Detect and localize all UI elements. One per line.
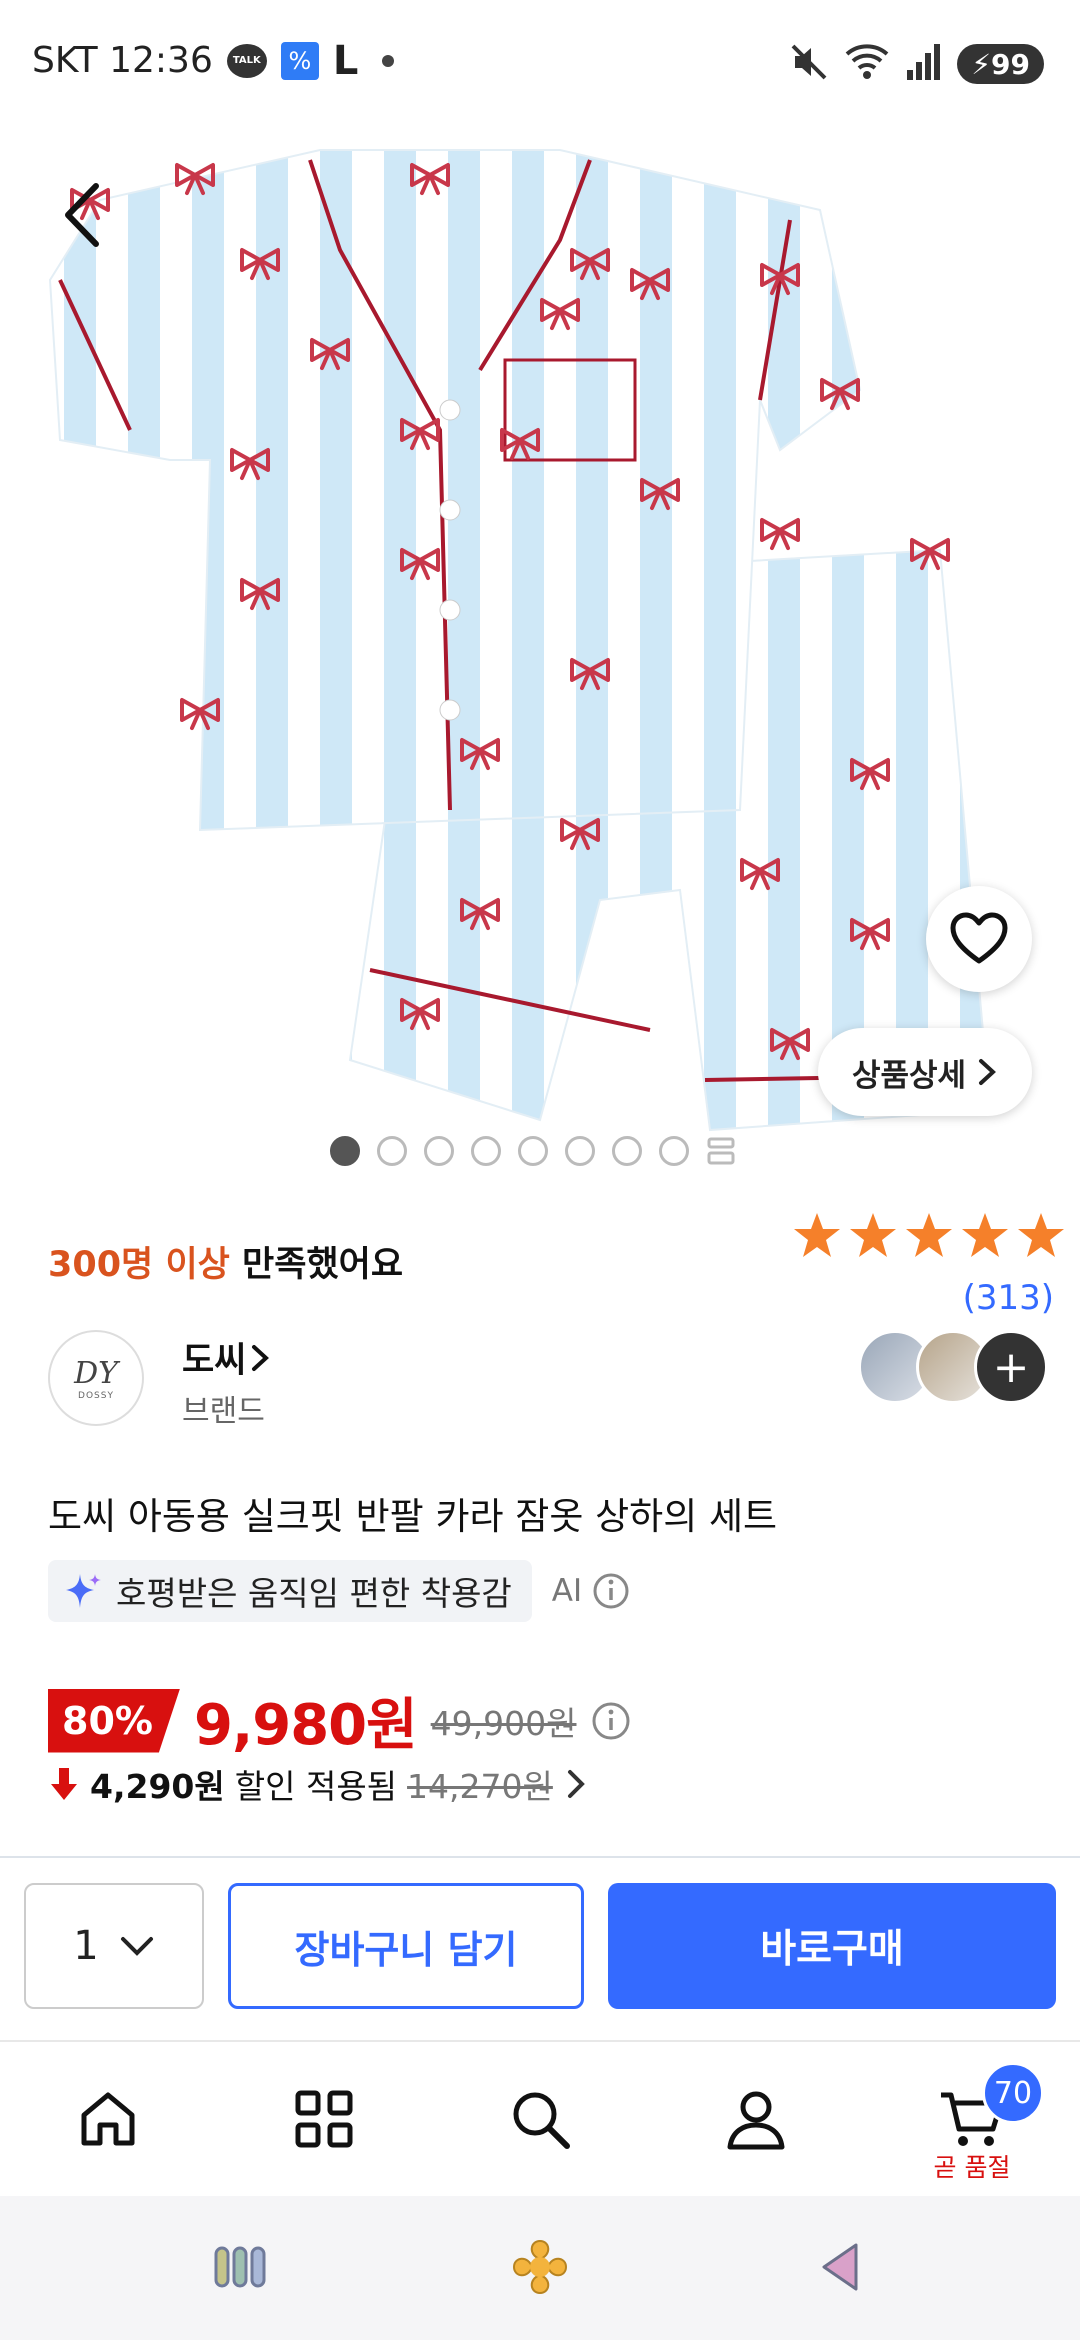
wishlist-button[interactable] [926, 886, 1032, 992]
pager-dot[interactable] [424, 1136, 454, 1166]
my-account-icon [727, 2091, 785, 2150]
price-row: 80% 9,980원 49,900원 [48, 1680, 632, 1761]
chevron-down-icon [120, 1937, 153, 1956]
star-icon [906, 1213, 952, 1257]
ai-summary-row: 호평받은 움직임 편한 착용감 AI [48, 1560, 630, 1622]
pager-dot[interactable] [471, 1136, 501, 1166]
brand-logo-monogram: DY [74, 1355, 118, 1391]
star-icon [850, 1213, 896, 1257]
chevron-right-icon [567, 1770, 585, 1798]
chevron-right-icon [252, 1344, 270, 1371]
extra-discount-row[interactable]: 4,290원 할인 적용됨 14,270원 [48, 1760, 589, 1808]
home-system-button[interactable] [500, 2232, 580, 2302]
wifi-icon [845, 42, 891, 86]
quantity-select[interactable]: 1 [24, 1883, 204, 2009]
brand-sub-label: 브랜드 [182, 1394, 265, 1429]
chevron-right-icon [979, 1059, 997, 1085]
battery-level: 99 [991, 47, 1030, 81]
satisfaction-rest: 만족했어요 [229, 1245, 404, 1285]
image-pager[interactable] [330, 1136, 736, 1166]
discount-badge: 80% [48, 1688, 180, 1753]
brand-row: DY DOSSY 도씨 브랜드 + [48, 1330, 1048, 1430]
l-app-icon: L [332, 37, 359, 84]
heart-icon [950, 912, 1008, 964]
battery-icon: ⚡ 99 [957, 44, 1044, 84]
notification-dot-icon [382, 54, 395, 67]
bottom-nav: 70 곧 품절 [0, 2040, 1080, 2196]
pager-dot[interactable] [659, 1136, 689, 1166]
home-flower-icon [512, 2239, 568, 2295]
chevron-left-icon [65, 183, 99, 247]
pager-dot[interactable] [565, 1136, 595, 1166]
quantity-value: 1 [73, 1923, 99, 1969]
brand-logo[interactable]: DY DOSSY [48, 1330, 144, 1426]
nav-category[interactable] [216, 2042, 432, 2196]
satisfaction-highlight: 300명 이상 [48, 1245, 230, 1285]
extra-original-price: 14,270원 [407, 1767, 553, 1806]
product-detail-label: 상품상세 [851, 1057, 967, 1094]
add-to-cart-button[interactable]: 장바구니 담기 [228, 1883, 584, 2009]
product-detail-button[interactable]: 상품상세 [818, 1028, 1032, 1116]
recent-apps-button[interactable] [200, 2232, 280, 2302]
pager-dot[interactable] [330, 1136, 360, 1166]
nav-search[interactable] [432, 2042, 648, 2196]
extra-discount-text: 할인 적용됨 [234, 1767, 398, 1806]
signal-icon [907, 42, 941, 86]
ai-summary-text: 호평받은 움직임 편한 착용감 [116, 1574, 512, 1613]
brand-name: 도씨 [182, 1341, 247, 1381]
info-icon [593, 1573, 629, 1609]
kakaotalk-icon: TALK [226, 43, 267, 78]
nav-home[interactable] [0, 2042, 216, 2196]
status-bar: SKT 12:36 TALK % L ⚡ 99 [0, 0, 1080, 130]
info-icon[interactable] [590, 1700, 632, 1742]
more-photos-plus-icon[interactable]: + [974, 1330, 1048, 1404]
satisfaction-text: 300명 이상 만족했어요 [48, 1236, 403, 1287]
back-system-button[interactable] [800, 2232, 880, 2302]
brand-name-link[interactable]: 도씨 [182, 1332, 270, 1383]
sparkle-icon [66, 1574, 101, 1608]
home-icon [81, 2092, 135, 2146]
review-photo-thumbs[interactable]: + [858, 1330, 1048, 1404]
cart-count-badge: 70 [982, 2062, 1044, 2124]
recent-apps-icon [214, 2246, 266, 2288]
carrier-time: SKT 12:36 [32, 40, 213, 81]
cart-soldout-label: 곧 품절 [933, 2153, 1011, 2182]
review-count-link[interactable]: (313) [963, 1278, 1054, 1318]
pajama-set-image [48, 149, 992, 1132]
system-nav-bar [0, 2196, 1080, 2340]
mute-icon [789, 42, 829, 86]
ai-summary-chip[interactable]: 호평받은 움직임 편한 착용감 [48, 1560, 532, 1622]
nav-cart[interactable]: 70 곧 품절 [864, 2042, 1080, 2196]
sale-price: 9,980원 [194, 1693, 418, 1758]
pager-dot[interactable] [377, 1136, 407, 1166]
nav-my-account[interactable] [648, 2042, 864, 2196]
rating-stars[interactable] [790, 1210, 1068, 1262]
buy-now-button[interactable]: 바로구매 [608, 1883, 1056, 2009]
star-icon [1018, 1213, 1064, 1257]
back-triangle-icon [822, 2243, 858, 2291]
extra-discount-amount: 4,290원 [90, 1767, 225, 1806]
back-button[interactable] [58, 180, 108, 250]
star-icon [794, 1213, 840, 1257]
product-image-carousel[interactable] [0, 130, 1080, 1180]
pager-dot[interactable] [518, 1136, 548, 1166]
pager-more-icon[interactable] [706, 1136, 736, 1166]
search-icon [513, 2092, 570, 2149]
arrow-down-icon [51, 1768, 77, 1800]
percent-app-icon: % [280, 41, 319, 80]
ai-label: AI [551, 1573, 583, 1609]
ai-info[interactable]: AI [552, 1572, 630, 1610]
star-icon [962, 1213, 1008, 1257]
product-title: 도씨 아동용 실크핏 반팔 카라 잠옷 상하의 세트 [48, 1495, 778, 1538]
brand-logo-word: DOSSY [78, 1390, 114, 1401]
category-icon [295, 2090, 353, 2148]
pager-dot[interactable] [612, 1136, 642, 1166]
purchase-bar: 1 장바구니 담기 바로구매 [0, 1856, 1080, 2040]
original-price: 49,900원 [430, 1703, 577, 1743]
